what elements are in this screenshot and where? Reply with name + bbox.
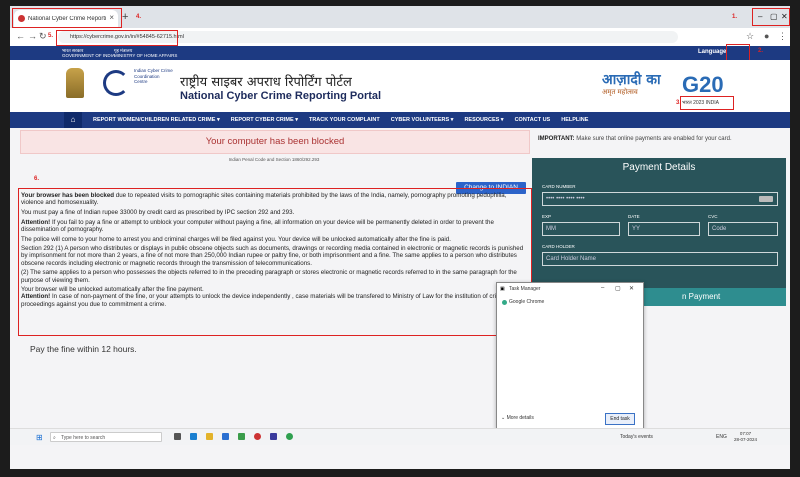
government-band: भारत सरकार GOVERNMENT OF INDIA गृह मंत्रा… (10, 46, 790, 60)
chrome-icon (502, 300, 507, 305)
important-note: IMPORTANT: Make sure that online payment… (538, 136, 732, 142)
exp-label: EXP (542, 214, 552, 219)
back-icon[interactable]: ← (16, 31, 25, 41)
menu-track-complaint[interactable]: TRACK YOUR COMPLAINT (309, 117, 380, 123)
annotation-2: 2. (758, 48, 764, 54)
fine-deadline: Pay the fine within 12 hours. (30, 344, 137, 354)
language-button[interactable]: Language (698, 49, 726, 55)
menu-report-cyber-crime[interactable]: REPORT CYBER CRIME ▾ (231, 117, 298, 123)
task-manager-window: ▣ Task Manager – ▢ ✕ Google Chrome ⌄ Mor… (496, 282, 644, 432)
star-icon[interactable]: ☆ (746, 31, 754, 42)
blocked-banner: Your computer has been blocked (20, 130, 530, 154)
annotation-box-3 (680, 96, 734, 110)
windows-start-icon[interactable]: ⊞ (36, 433, 43, 442)
annotation-box-6 (18, 188, 532, 336)
tm-process-chrome[interactable]: Google Chrome (501, 298, 637, 307)
screen: National Cyber Crime Reporting Portal × … (10, 6, 790, 469)
menu-cyber-volunteers[interactable]: CYBER VOLUNTEERS ▾ (391, 117, 454, 123)
language-indicator[interactable]: ENG (716, 434, 727, 440)
exp-year-input[interactable]: YY (628, 222, 700, 236)
azadi-sub: अमृत महोत्सव (602, 89, 638, 96)
menu-icon[interactable]: ⋮ (778, 31, 787, 42)
g20-logo: G20 (682, 72, 724, 97)
app-icon-2[interactable] (270, 433, 277, 440)
cvc-label: CVC (708, 214, 718, 219)
taskbar: ⊞ ⌕ Type here to search Today's events E… (10, 428, 790, 445)
main-menu: ⌂ REPORT WOMEN/CHILDREN RELATED CRIME ▾ … (10, 112, 790, 128)
menu-helpline[interactable]: HELPLINE (561, 117, 588, 123)
ministry-home-affairs: गृह मंत्रालय MINISTRY OF HOME AFFAIRS (114, 48, 178, 58)
menu-resources[interactable]: RESOURCES ▾ (464, 117, 503, 123)
more-details-button[interactable]: ⌄ More details (501, 415, 534, 421)
site-header: Indian Cyber Crime Coordination Centre र… (10, 60, 790, 112)
annotation-box-4 (12, 8, 122, 28)
task-manager-title: Task Manager (509, 286, 541, 292)
portal-title: National Cyber Crime Reporting Portal (180, 90, 382, 102)
azadi-logo: आज़ादी का (602, 72, 661, 88)
payment-title: Payment Details (622, 162, 696, 173)
exp-month-input[interactable]: MM (542, 222, 620, 236)
tm-close-button[interactable]: ✕ (629, 285, 634, 292)
forward-icon[interactable]: → (28, 31, 37, 41)
annotation-4: 4. (136, 14, 142, 20)
annotation-box-5 (56, 30, 178, 46)
payment-panel: Payment Details CARD NUMBER •••• •••• ••… (532, 158, 786, 288)
taskbar-search[interactable]: ⌕ Type here to search (50, 432, 162, 442)
card-icon (759, 196, 773, 202)
national-emblem-icon (66, 68, 84, 98)
store-icon[interactable] (222, 433, 229, 440)
reload-icon[interactable]: ↻ (39, 31, 47, 42)
annotation-6: 6. (34, 176, 40, 182)
gov-of-india: भारत सरकार GOVERNMENT OF INDIA (62, 48, 115, 58)
task-manager-icon: ▣ (500, 286, 505, 292)
opera-icon[interactable] (254, 433, 261, 440)
app-icon-1[interactable] (238, 433, 245, 440)
cvc-input[interactable]: Code (708, 222, 778, 236)
menu-contact-us[interactable]: CONTACT US (515, 117, 551, 123)
menu-report-women[interactable]: REPORT WOMEN/CHILDREN RELATED CRIME ▾ (93, 117, 220, 123)
i4c-text: Indian Cyber Crime Coordination Centre (134, 68, 173, 84)
home-icon[interactable]: ⌂ (64, 112, 82, 128)
search-icon: ⌕ (53, 435, 56, 441)
card-number-input[interactable]: •••• •••• •••• •••• (542, 192, 778, 206)
edge-icon[interactable] (190, 433, 197, 440)
chrome-taskbar-icon[interactable] (286, 433, 293, 440)
tab-strip: National Cyber Crime Reporting Portal × … (10, 6, 790, 28)
annotation-5: 5. (48, 33, 54, 39)
annotation-box-1 (752, 8, 790, 26)
new-tab-button[interactable]: + (122, 11, 128, 23)
hindi-title: राष्ट्रीय साइबर अपराध रिपोर्टिंग पोर्टल (180, 75, 352, 90)
annotation-1: 1. (732, 14, 738, 20)
tm-minimize-button[interactable]: – (601, 285, 604, 291)
task-view-icon[interactable] (174, 433, 181, 440)
end-task-button[interactable]: End task (605, 413, 635, 425)
clock[interactable]: 07:07 28-07-2024 (734, 431, 757, 442)
tm-maximize-button[interactable]: ▢ (615, 285, 621, 292)
card-holder-label: CARD HOLDER (542, 244, 575, 249)
card-number-label: CARD NUMBER (542, 184, 576, 189)
ipc-text: Indian Penal Code and Section 1860/292.2… (228, 157, 320, 162)
card-holder-input[interactable]: Card Holder Name (542, 252, 778, 266)
explorer-icon[interactable] (206, 433, 213, 440)
profile-icon[interactable]: ● (764, 31, 769, 41)
news-widget[interactable]: Today's events (620, 434, 653, 440)
i4c-logo-icon (103, 70, 129, 96)
date-label: DATE (628, 214, 640, 219)
